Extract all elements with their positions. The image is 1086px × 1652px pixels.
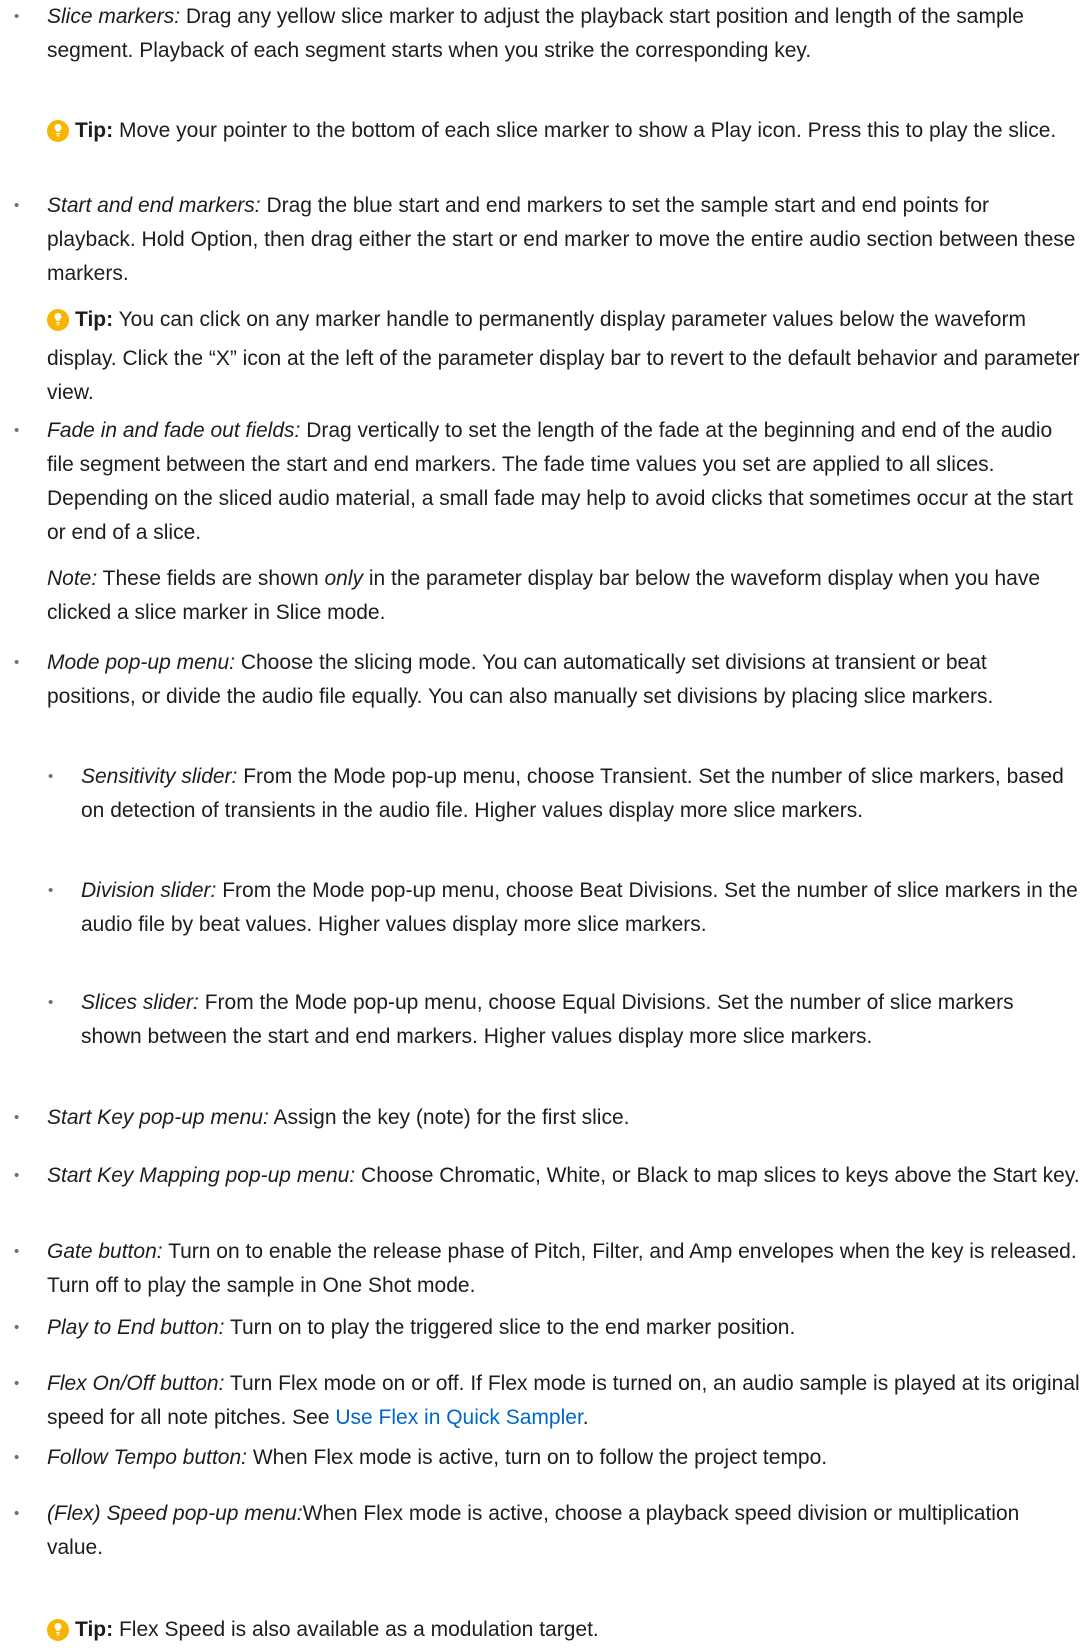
lightbulb-icon: [47, 119, 69, 153]
item-text: Drag any yellow slice marker to adjust t…: [47, 5, 1024, 62]
item-text: Choose Chromatic, White, or Black to map…: [361, 1164, 1080, 1187]
bullet: •: [14, 654, 20, 671]
bullet: •: [14, 8, 20, 25]
term-label: Slices slider:: [81, 991, 199, 1014]
note-label: Note:: [47, 567, 98, 590]
bullet: •: [14, 1505, 20, 1522]
bullet: •: [48, 994, 54, 1011]
term-label: Flex On/Off button:: [47, 1372, 225, 1395]
term-label: Play to End button:: [47, 1316, 225, 1339]
bullet: •: [14, 422, 20, 439]
tip-label: Tip:: [75, 308, 114, 331]
bullet: •: [14, 1449, 20, 1466]
tip-text: Move your pointer to the bottom of each …: [118, 119, 1057, 142]
lightbulb-icon: [47, 308, 69, 342]
term-label: Division slider:: [81, 879, 217, 902]
tip-label: Tip:: [75, 1618, 114, 1641]
term-label: Start Key Mapping pop-up menu:: [47, 1164, 356, 1187]
bullet: •: [14, 1375, 20, 1392]
item-text: From the Mode pop-up menu, choose Beat D…: [81, 879, 1078, 936]
bullet: •: [48, 882, 54, 899]
term-label: Fade in and fade out fields:: [47, 419, 301, 442]
term-label: Start and end markers:: [47, 194, 261, 217]
term-label: (Flex) Speed pop-up menu:: [47, 1502, 303, 1525]
tip-text: You can click on any marker handle to pe…: [47, 308, 1080, 404]
item-text: When Flex mode is active, turn on to fol…: [252, 1446, 828, 1469]
flex-quick-sampler-link[interactable]: Use Flex in Quick Sampler: [335, 1406, 582, 1429]
term-label: Sensitivity slider:: [81, 765, 238, 788]
item-text: Turn on to play the triggered slice to t…: [229, 1316, 796, 1339]
emphasis: only: [324, 567, 363, 590]
document-page: • Slice markers: Drag any yellow slice m…: [0, 0, 1086, 1641]
term-label: Mode pop-up menu:: [47, 651, 235, 674]
item-text: Assign the key (note) for the first slic…: [273, 1106, 630, 1129]
tip-label: Tip:: [75, 119, 114, 142]
bullet: •: [14, 1109, 20, 1126]
bullet: •: [14, 197, 20, 214]
lightbulb-icon: [47, 1618, 69, 1652]
item-text: Turn on to enable the release phase of P…: [47, 1240, 1077, 1297]
term-label: Follow Tempo button:: [47, 1446, 248, 1469]
bullet: •: [48, 768, 54, 785]
bullet: •: [14, 1319, 20, 1336]
bullet: •: [14, 1167, 20, 1184]
bullet: •: [14, 1243, 20, 1260]
tip-text: Flex Speed is also available as a modula…: [118, 1618, 599, 1641]
term-label: Gate button:: [47, 1240, 163, 1263]
item-text: From the Mode pop-up menu, choose Equal …: [81, 991, 1014, 1048]
term-label: Start Key pop-up menu:: [47, 1106, 269, 1129]
term-label: Slice markers:: [47, 5, 181, 28]
